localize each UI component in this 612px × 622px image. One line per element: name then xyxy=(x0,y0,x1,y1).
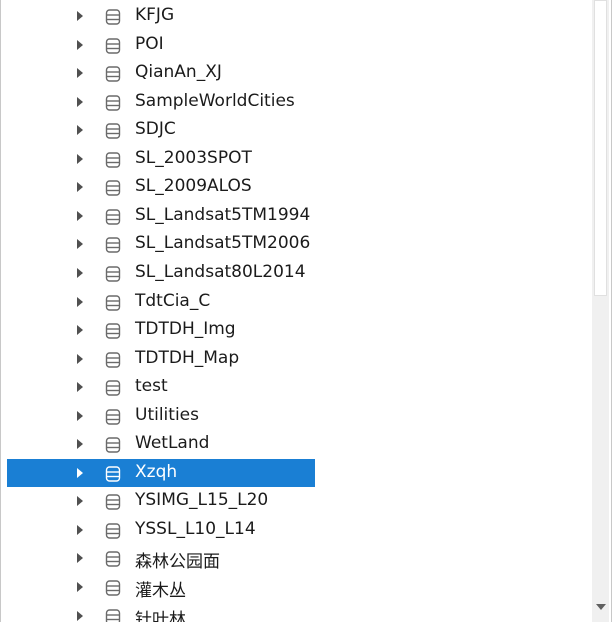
database-icon xyxy=(105,409,121,425)
chevron-right-icon[interactable] xyxy=(77,211,83,221)
tree-item[interactable]: SL_Landsat5TM1994 xyxy=(5,202,591,230)
tree-item[interactable]: TDTDH_Img xyxy=(5,316,591,344)
chevron-right-icon[interactable] xyxy=(77,468,83,478)
scroll-down-arrow-icon[interactable] xyxy=(596,604,606,610)
database-icon xyxy=(105,295,121,311)
database-icon xyxy=(105,66,121,82)
tree-item[interactable]: SDJC xyxy=(5,116,591,144)
database-icon xyxy=(105,266,121,282)
database-icon xyxy=(105,9,121,25)
tree-item-label: 针叶林 xyxy=(135,610,186,622)
tree-item[interactable]: Utilities xyxy=(5,402,591,430)
tree-item[interactable]: SL_2009ALOS xyxy=(5,173,591,201)
chevron-right-icon[interactable] xyxy=(77,553,83,563)
chevron-right-icon[interactable] xyxy=(77,382,83,392)
tree-item-label: SL_2003SPOT xyxy=(135,148,252,168)
chevron-right-icon[interactable] xyxy=(77,496,83,506)
tree-item-label: TdtCia_C xyxy=(135,291,211,311)
tree-item-label: SDJC xyxy=(135,119,176,139)
tree-item[interactable]: SL_2003SPOT xyxy=(5,145,591,173)
chevron-right-icon[interactable] xyxy=(77,268,83,278)
tree-item[interactable]: TDTDH_Map xyxy=(5,345,591,373)
tree-item[interactable]: test xyxy=(5,373,591,401)
chevron-right-icon[interactable] xyxy=(77,297,83,307)
chevron-right-icon[interactable] xyxy=(77,11,83,21)
database-icon xyxy=(105,523,121,539)
tree-item-label: SL_Landsat80L2014 xyxy=(135,262,306,282)
chevron-right-icon[interactable] xyxy=(77,411,83,421)
tree-item[interactable]: SL_Landsat5TM2006 xyxy=(5,230,591,258)
database-icon xyxy=(105,209,121,225)
database-icon xyxy=(105,152,121,168)
tree-item-label: TDTDH_Map xyxy=(135,348,240,368)
tree-item-label: QianAn_XJ xyxy=(135,62,222,82)
vertical-scrollbar[interactable] xyxy=(592,0,609,622)
tree-item-label: POI xyxy=(135,34,164,54)
tree-item[interactable]: SampleWorldCities xyxy=(5,88,591,116)
tree-item-label: YSIMG_L15_L20 xyxy=(135,490,269,510)
tree-item[interactable]: SL_Landsat80L2014 xyxy=(5,259,591,287)
chevron-right-icon[interactable] xyxy=(77,97,83,107)
database-icon xyxy=(105,494,121,510)
database-icon xyxy=(105,180,121,196)
tree-item-label: Xzqh xyxy=(135,462,178,482)
tree-item[interactable]: TdtCia_C xyxy=(5,288,591,316)
chevron-right-icon[interactable] xyxy=(77,154,83,164)
tree-item[interactable]: YSIMG_L15_L20 xyxy=(5,487,591,515)
database-icon xyxy=(105,466,121,482)
chevron-right-icon[interactable] xyxy=(77,40,83,50)
tree-item-label: KFJG xyxy=(135,5,175,25)
database-icon xyxy=(105,380,121,396)
tree-item-label: YSSL_L10_L14 xyxy=(135,519,256,539)
tree-item-label: 森林公园面 xyxy=(135,552,220,572)
tree-item-label: SL_Landsat5TM1994 xyxy=(135,205,311,225)
tree-item-label: SampleWorldCities xyxy=(135,91,295,111)
database-icon xyxy=(105,609,121,622)
tree-item[interactable]: QianAn_XJ xyxy=(5,59,591,87)
chevron-right-icon[interactable] xyxy=(77,354,83,364)
database-icon xyxy=(105,352,121,368)
tree-item[interactable]: 针叶林 xyxy=(5,602,591,622)
tree-item-label: WetLand xyxy=(135,433,210,453)
tree-item-label: Utilities xyxy=(135,405,199,425)
chevron-right-icon[interactable] xyxy=(77,125,83,135)
chevron-right-icon[interactable] xyxy=(77,525,83,535)
tree-item[interactable]: 灌木丛 xyxy=(5,573,591,601)
tree-item-label: TDTDH_Img xyxy=(135,319,236,339)
tree-item[interactable]: YSSL_L10_L14 xyxy=(5,516,591,544)
tree-panel: KFJG POI QianAn_XJ SampleWorldCities SDJC SL_… xyxy=(0,0,612,622)
tree-item-label: test xyxy=(135,376,168,396)
database-icon xyxy=(105,237,121,253)
database-icon xyxy=(105,437,121,453)
chevron-right-icon[interactable] xyxy=(77,68,83,78)
chevron-right-icon[interactable] xyxy=(77,439,83,449)
chevron-right-icon[interactable] xyxy=(77,582,83,592)
tree-item-label: 灌木丛 xyxy=(135,581,186,601)
chevron-right-icon[interactable] xyxy=(77,325,83,335)
tree-item[interactable]: Xzqh xyxy=(5,459,591,487)
database-icon xyxy=(105,38,121,54)
chevron-right-icon[interactable] xyxy=(77,239,83,249)
database-icon xyxy=(105,95,121,111)
tree-item-label: SL_2009ALOS xyxy=(135,176,252,196)
tree-item[interactable]: WetLand xyxy=(5,430,591,458)
database-icon xyxy=(105,580,121,596)
chevron-right-icon[interactable] xyxy=(77,182,83,192)
tree-item[interactable]: POI xyxy=(5,31,591,59)
database-icon xyxy=(105,323,121,339)
database-tree: KFJG POI QianAn_XJ SampleWorldCities SDJC SL_… xyxy=(5,0,591,622)
scrollbar-thumb[interactable] xyxy=(594,0,607,296)
tree-item[interactable]: 森林公园面 xyxy=(5,544,591,572)
chevron-right-icon[interactable] xyxy=(77,611,83,621)
tree-item-label: SL_Landsat5TM2006 xyxy=(135,233,311,253)
database-icon xyxy=(105,123,121,139)
tree-item[interactable]: KFJG xyxy=(5,2,591,30)
database-icon xyxy=(105,551,121,567)
